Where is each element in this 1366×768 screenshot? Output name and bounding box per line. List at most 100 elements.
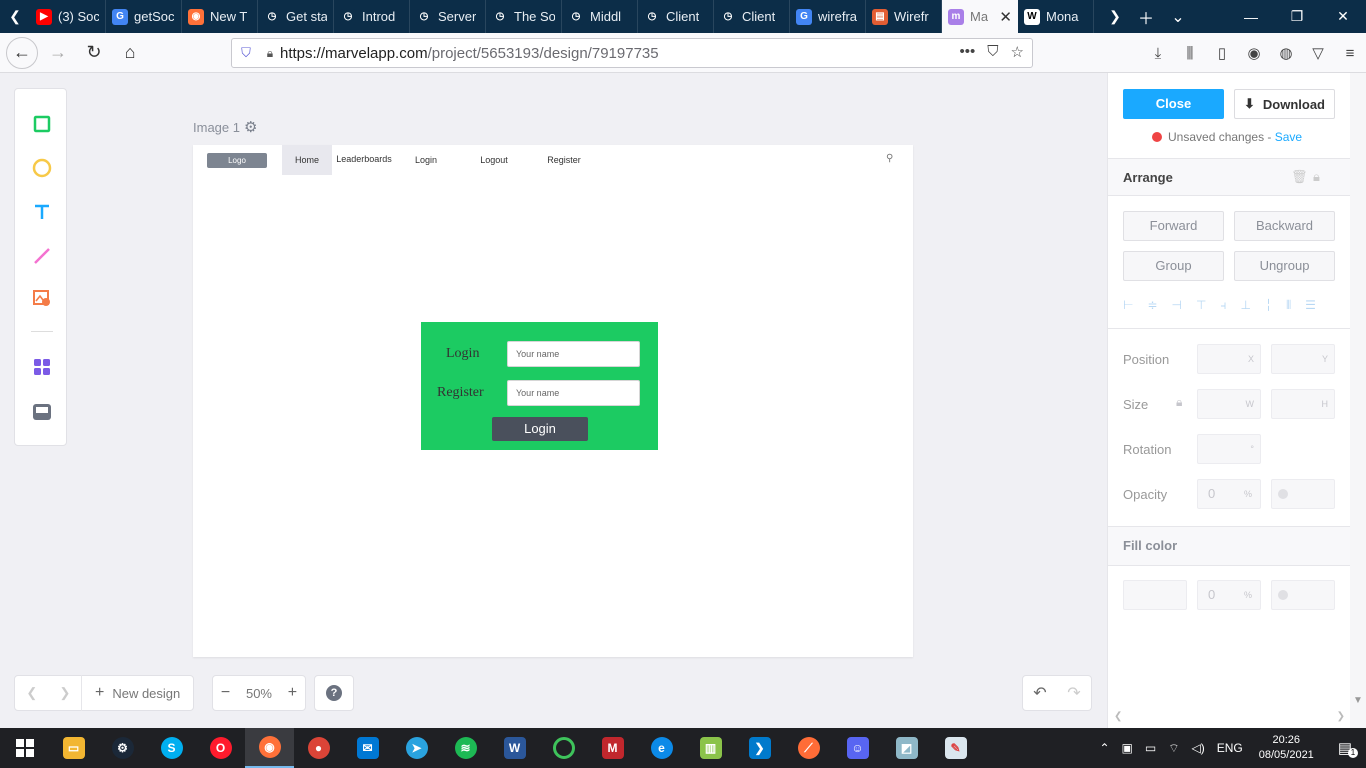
spotify-icon[interactable]: ≋ <box>441 728 490 768</box>
browser-tab[interactable]: W Mona <box>1018 0 1094 33</box>
group-button[interactable]: Group <box>1123 251 1224 281</box>
form-register-input[interactable]: Your name <box>507 380 640 406</box>
delete-icon[interactable]: 🗑︎ <box>1291 169 1308 185</box>
library-icon[interactable]: ⫼ <box>1174 45 1206 62</box>
browser-tab[interactable]: GgetSoc <box>106 0 182 33</box>
tab-scroll-left-button[interactable]: ❮ <box>0 0 30 33</box>
inbox-tray-icon[interactable] <box>31 401 53 423</box>
url-text[interactable]: https://marvelapp.com/project/5653193/de… <box>280 45 659 62</box>
scroll-down-arrow-icon[interactable]: ▼ <box>1353 695 1363 706</box>
new-tab-button[interactable]: ＋ <box>1130 5 1162 29</box>
browser-tab[interactable]: ◷ Middl <box>562 0 638 33</box>
line-tool-icon[interactable] <box>31 245 53 267</box>
meet-now-icon[interactable]: ▣ <box>1116 741 1139 755</box>
lock-icon[interactable]: 🔒︎ <box>260 46 280 61</box>
browser-tab[interactable]: ◉ New T <box>182 0 258 33</box>
notification-center-icon[interactable]: ▤ 1 <box>1324 739 1366 758</box>
browser-tab[interactable]: ◷ Introd <box>334 0 410 33</box>
wireframe-search-icon[interactable]: ⚲ <box>886 153 893 164</box>
scroll-right-arrow-icon[interactable]: ❯ <box>1337 711 1345 728</box>
gear-icon[interactable]: ⚙ <box>244 118 257 136</box>
align-center-icon[interactable]: ≑ <box>1147 298 1157 313</box>
language-indicator[interactable]: ENG <box>1211 741 1249 755</box>
list-all-tabs-button[interactable]: ⌄ <box>1162 7 1194 27</box>
tab-scroll-right-button[interactable]: ❯ <box>1100 0 1130 33</box>
rotation-input[interactable]: ° <box>1197 434 1261 464</box>
clock[interactable]: 20:26 08/05/2021 <box>1249 733 1324 763</box>
ungroup-button[interactable]: Ungroup <box>1234 251 1335 281</box>
pocket-icon[interactable]: ⛉ <box>987 43 998 61</box>
wireframe-login-form[interactable]: Login Your name Register Your name Login <box>421 322 658 450</box>
components-grid-icon[interactable] <box>31 356 53 378</box>
ring-app-icon[interactable] <box>539 728 588 768</box>
browser-tab[interactable]: Gwirefra <box>790 0 866 33</box>
browser-tab[interactable]: ◷ Client <box>638 0 714 33</box>
start-button[interactable] <box>0 728 49 768</box>
align-middle-icon[interactable]: ⫞ <box>1220 298 1226 313</box>
wireframe-nav-home[interactable]: Home <box>282 145 332 175</box>
forward-button[interactable]: → <box>42 37 74 69</box>
fill-color-swatch[interactable] <box>1123 580 1187 610</box>
account-icon[interactable]: ◉ <box>1238 44 1270 62</box>
reload-button[interactable]: ↻ <box>78 37 110 69</box>
tracking-protection-icon[interactable]: ⛉ <box>232 45 260 61</box>
address-bar[interactable]: ⛉ 🔒︎ https://marvelapp.com/project/56531… <box>231 38 1033 68</box>
wireframe-nav-logout[interactable]: Logout <box>474 145 514 175</box>
save-link[interactable]: Save <box>1275 130 1302 144</box>
size-lock-icon[interactable]: 🔒︎ <box>1176 395 1182 410</box>
fill-slider-knob[interactable] <box>1278 590 1288 600</box>
backward-button[interactable]: Backward <box>1234 211 1335 241</box>
browser-tab[interactable]: ◷ Server <box>410 0 486 33</box>
artboard[interactable]: Logo Home Leaderboards Login Logout Regi… <box>193 145 913 657</box>
download-button[interactable]: ⬇ Download <box>1234 89 1335 119</box>
home-button[interactable]: ⌂ <box>114 37 146 69</box>
steam-icon[interactable]: ⚙ <box>98 728 147 768</box>
panel-hscrollbar[interactable]: ❮ ❯ <box>1108 711 1351 728</box>
browser-tab[interactable]: ▤ Wirefr <box>866 0 942 33</box>
distribute-horizontal-icon[interactable]: ⫴ <box>1286 298 1291 313</box>
position-x-input[interactable]: X <box>1197 344 1261 374</box>
volume-icon[interactable]: ◁) <box>1186 741 1211 755</box>
browser-tab[interactable]: ▶ (3) Soc <box>30 0 106 33</box>
rectangle-tool-icon[interactable] <box>31 113 53 135</box>
postman-icon[interactable]: ⟋ <box>784 728 833 768</box>
back-button[interactable]: ← <box>6 36 38 69</box>
align-left-icon[interactable]: ⊢ <box>1123 298 1133 313</box>
zoom-in-button[interactable]: + <box>288 684 297 702</box>
mail-icon[interactable]: ✉ <box>343 728 392 768</box>
circle-tool-icon[interactable] <box>31 157 53 179</box>
wireframe-nav-login[interactable]: Login <box>406 145 446 175</box>
position-y-input[interactable]: Y <box>1271 344 1335 374</box>
image-tool-icon[interactable] <box>31 287 53 309</box>
form-login-input[interactable]: Your name <box>507 341 640 367</box>
wireframe-nav-register[interactable]: Register <box>543 145 585 175</box>
forward-button[interactable]: Forward <box>1123 211 1224 241</box>
image-label[interactable]: Image 1 ⚙ <box>193 118 257 136</box>
align-right-icon[interactable]: ⊣ <box>1172 298 1182 313</box>
size-h-input[interactable]: H <box>1271 389 1335 419</box>
chart-app-icon[interactable]: ▥ <box>686 728 735 768</box>
lock-icon[interactable]: 🔒︎ <box>1313 169 1320 185</box>
browser-tab[interactable]: ◷ Client <box>714 0 790 33</box>
discord-icon[interactable]: ☺ <box>833 728 882 768</box>
skype-icon[interactable]: S <box>147 728 196 768</box>
redo-icon[interactable]: ↷ <box>1067 683 1080 703</box>
downloads-icon[interactable]: ⤓ <box>1142 45 1174 62</box>
wifi-icon[interactable]: ⌔ <box>1162 741 1185 756</box>
align-top-icon[interactable]: ⊤ <box>1196 298 1206 313</box>
minimize-button[interactable]: — <box>1228 0 1274 33</box>
opacity-slider-knob[interactable] <box>1278 489 1288 499</box>
scroll-left-arrow-icon[interactable]: ❮ <box>1114 711 1122 728</box>
page-actions-icon[interactable]: ••• <box>960 43 976 61</box>
opacity-slider[interactable] <box>1271 479 1335 509</box>
form-login-button[interactable]: Login <box>492 417 588 441</box>
close-button[interactable]: Close <box>1123 89 1224 119</box>
edge-icon[interactable]: e <box>637 728 686 768</box>
close-window-button[interactable]: ✕ <box>1320 0 1366 33</box>
menu-icon[interactable]: ≡ <box>1334 45 1366 62</box>
firefox-taskbar-icon[interactable]: ◉ <box>245 728 294 768</box>
fill-opacity-slider[interactable] <box>1271 580 1335 610</box>
text-tool-icon[interactable] <box>31 201 53 223</box>
undo-icon[interactable]: ↶ <box>1033 683 1046 703</box>
vscode-icon[interactable]: ❯ <box>735 728 784 768</box>
